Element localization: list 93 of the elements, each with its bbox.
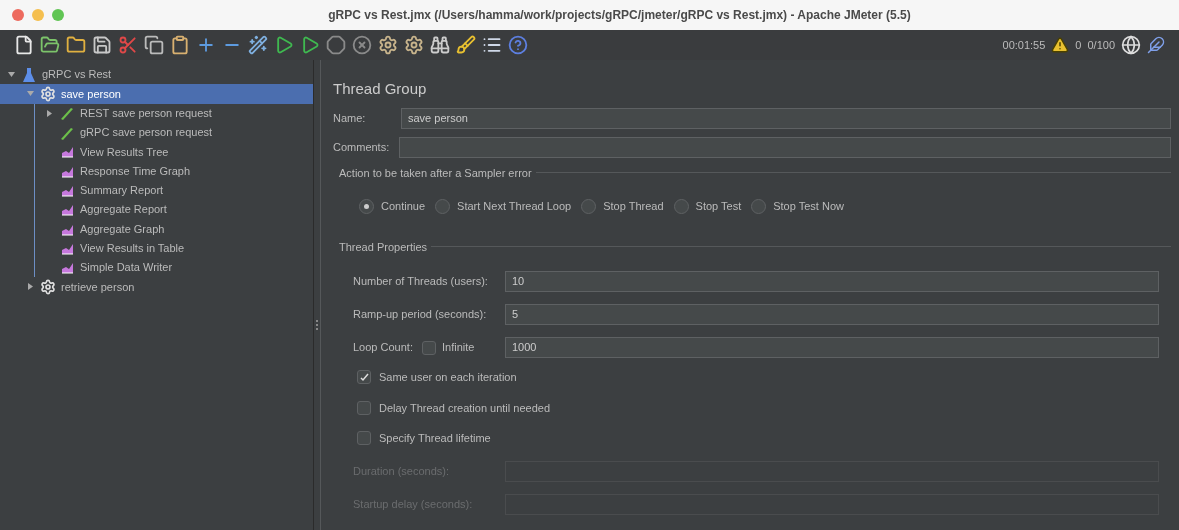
tree-item[interactable]: Aggregate Graph xyxy=(0,219,313,239)
radio-button[interactable] xyxy=(673,198,689,214)
folder-icon[interactable] xyxy=(40,35,60,55)
panel-title: Thread Group xyxy=(333,79,428,99)
chart-icon xyxy=(60,145,74,159)
tree-item-label: Aggregate Graph xyxy=(80,221,165,237)
input-field[interactable]: 10 xyxy=(505,271,1159,292)
cancel-icon[interactable] xyxy=(352,35,372,55)
tree-item[interactable]: View Results Tree xyxy=(0,142,313,162)
radio-option[interactable]: Continue xyxy=(359,198,426,215)
radio-option[interactable]: Stop Test xyxy=(673,198,742,215)
wand-icon[interactable] xyxy=(248,35,268,55)
list-icon[interactable] xyxy=(482,35,502,55)
tree-item-label: Response Time Graph xyxy=(80,163,191,179)
window-title: gRPC vs Rest.jmx (/Users/hamma/work/projects/gRPC/jmeter/gRPC vs Rest.jmx) - Apache JMeter (5.5) xyxy=(327,7,911,24)
checkbox-option[interactable]: Specify Thread lifetime xyxy=(353,430,1159,447)
tree-item-label: save person xyxy=(61,86,121,102)
tree-item-label: gRPC save person request xyxy=(80,125,213,141)
section-legend: Thread Properties xyxy=(333,238,428,255)
gear-icon[interactable] xyxy=(404,35,424,55)
expanded-arrow-icon[interactable] xyxy=(7,71,15,79)
input-field[interactable] xyxy=(399,136,1171,158)
tree-item-label: REST save person request xyxy=(80,106,212,121)
close-window-button[interactable] xyxy=(12,9,24,21)
checkbox[interactable] xyxy=(422,340,436,355)
name-label: Name: xyxy=(333,110,367,126)
comments-label: Comments: xyxy=(333,139,391,155)
tree-item-label: gRPC vs Rest xyxy=(42,67,112,83)
folder-icon[interactable] xyxy=(66,35,86,55)
tree-item-label: Simple Data Writer xyxy=(80,260,173,276)
checkbox[interactable] xyxy=(357,400,371,415)
tree-item[interactable]: REST save person request xyxy=(0,103,313,123)
copy-icon[interactable] xyxy=(144,35,164,55)
tree-item[interactable]: Response Time Graph xyxy=(0,161,313,181)
radio-button[interactable] xyxy=(359,198,374,214)
tree-item[interactable]: Simple Data Writer xyxy=(0,257,313,278)
play-icon[interactable] xyxy=(300,35,320,55)
input-field[interactable]: 1000 xyxy=(505,337,1159,358)
tree-item-label: retrieve person xyxy=(61,279,135,295)
globe-icon[interactable] xyxy=(1121,35,1141,55)
chart-icon xyxy=(60,261,74,275)
checkbox[interactable] xyxy=(357,431,371,446)
document-icon[interactable] xyxy=(14,35,34,55)
checkbox-option[interactable]: Delay Thread creation until needed xyxy=(353,399,1159,416)
radio-option[interactable]: Stop Test Now xyxy=(751,198,844,215)
chart-icon xyxy=(60,203,74,217)
broom-icon[interactable] xyxy=(456,35,476,55)
tree-item[interactable]: retrieve person xyxy=(0,277,313,297)
collapsed-arrow-icon[interactable] xyxy=(45,109,53,117)
warning-icon[interactable] xyxy=(1051,36,1070,54)
radio-button[interactable] xyxy=(435,198,451,214)
field-label: Ramp-up period (seconds): xyxy=(353,307,488,323)
input-field[interactable]: 5 xyxy=(505,304,1159,325)
tree-item[interactable]: save person xyxy=(0,84,313,104)
checkbox-option[interactable]: Same user on each iteration xyxy=(353,369,1159,386)
tree-item-label: View Results Tree xyxy=(80,144,169,160)
stop-icon[interactable] xyxy=(326,35,346,55)
tree-item[interactable]: Summary Report xyxy=(0,180,313,201)
section-legend: Action to be taken after a Sampler error xyxy=(333,164,532,181)
elapsed-time: 00:01:55 xyxy=(1002,37,1046,53)
error-count: 0 xyxy=(1075,37,1082,53)
radio-button[interactable] xyxy=(581,198,597,214)
tree-item-label: View Results in Table xyxy=(80,241,185,257)
flask-icon xyxy=(22,66,36,83)
pipette-icon xyxy=(59,105,75,122)
feather-icon[interactable] xyxy=(1147,36,1165,54)
radio-option[interactable]: Stop Thread xyxy=(581,198,664,215)
tree-item[interactable]: View Results in Table xyxy=(0,238,313,258)
gear-icon xyxy=(40,278,56,295)
input-field[interactable]: save person xyxy=(401,107,1171,129)
tree-item[interactable]: Aggregate Report xyxy=(0,200,313,220)
tree-item[interactable]: gRPC save person request xyxy=(0,122,313,143)
thread-count: 0/100 xyxy=(1087,37,1115,53)
splitter-handle[interactable] xyxy=(316,320,318,330)
radio-button[interactable] xyxy=(751,198,767,214)
tree-item-label: Aggregate Report xyxy=(80,202,167,218)
radio-option[interactable]: Start Next Thread Loop xyxy=(435,198,572,215)
tree-item-label: Summary Report xyxy=(80,183,164,199)
field-label: Loop Count: xyxy=(353,340,414,356)
save-icon[interactable] xyxy=(92,35,112,55)
tree-item[interactable]: gRPC vs Rest xyxy=(0,65,313,85)
play-icon[interactable] xyxy=(274,35,294,55)
checkbox[interactable] xyxy=(357,370,371,385)
gear-icon xyxy=(40,85,56,102)
collapsed-arrow-icon[interactable] xyxy=(26,283,34,291)
clipboard-icon[interactable] xyxy=(170,35,190,55)
gear-icon[interactable] xyxy=(378,35,398,55)
help-icon[interactable] xyxy=(508,35,528,55)
scissors-icon[interactable] xyxy=(118,35,138,55)
plus-icon[interactable] xyxy=(196,35,216,55)
infinite-option[interactable]: Infinite xyxy=(422,339,475,356)
field-label: Number of Threads (users): xyxy=(353,274,489,290)
binoculars-icon[interactable] xyxy=(430,35,450,55)
